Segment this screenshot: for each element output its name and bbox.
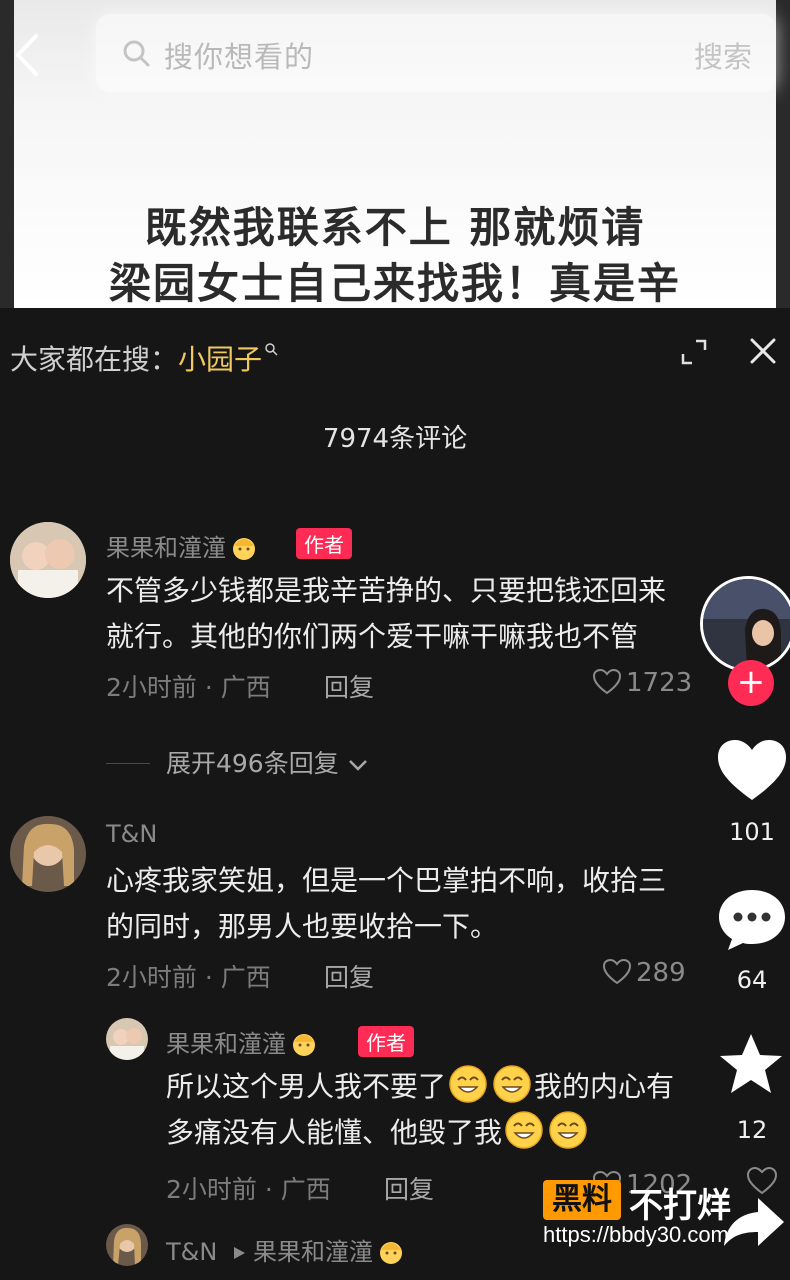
star-icon[interactable]	[718, 1032, 784, 1096]
grin-emoji-icon	[493, 1065, 531, 1103]
trending-prefix: 大家都在搜：	[10, 343, 179, 376]
back-button[interactable]	[6, 30, 46, 80]
like-count: 101	[729, 818, 775, 846]
comment-username[interactable]: T&N	[106, 820, 157, 848]
follow-button[interactable]: +	[728, 660, 774, 706]
chevron-down-icon	[348, 760, 367, 771]
reply-username[interactable]: T&N 果果和潼潼	[166, 1232, 405, 1267]
grin-emoji-icon	[505, 1111, 543, 1149]
avatar-image	[10, 816, 86, 892]
author-badge: 作者	[358, 1026, 414, 1057]
reply-text-line: 多痛没有人能懂、他毁了我	[166, 1110, 674, 1156]
grin-emoji-icon	[549, 1111, 587, 1149]
watermark-badge: 黑料	[543, 1180, 621, 1220]
reply-username[interactable]: 果果和潼潼	[166, 1024, 318, 1059]
comment-count: 7974条评论	[322, 424, 468, 454]
avatar-image	[703, 579, 790, 669]
watermark-title: 不打烊	[629, 1186, 731, 1226]
avatar[interactable]	[106, 1018, 148, 1060]
reply-text-line: 所以这个男人我不要了 我的内心有	[166, 1064, 674, 1110]
like-count: 1723	[626, 668, 693, 698]
watermark: 黑料 不打烊 https://bbdy30.com	[543, 1178, 783, 1250]
watermark-url: https://bbdy30.com	[543, 1222, 729, 1247]
face-emoji-icon	[379, 1242, 402, 1264]
heart-icon	[602, 958, 632, 985]
search-icon	[123, 40, 150, 67]
video-player[interactable]: 搜你想看的 搜索 既然我联系不上 那就烦请 梁园女士自己来找我！真是辛	[0, 0, 790, 308]
expand-replies-button[interactable]: 展开496条回复	[106, 744, 369, 780]
comment-time-location: 2小时前 · 广西	[106, 963, 271, 992]
video-caption: 既然我联系不上 那就烦请 梁园女士自己来找我！真是辛	[14, 200, 776, 308]
reply-button[interactable]: 回复	[384, 1170, 434, 1206]
comment-text: 不管多少钱都是我辛苦挣的、只要把钱还回来 就行。其他的你们两个爱干嘛干嘛我也不管	[106, 568, 666, 660]
avatar[interactable]	[10, 816, 86, 892]
comment-text-line: 心疼我家笑姐，但是一个巴掌拍不响，收拾三	[106, 864, 667, 897]
reply-text-part: 所以这个男人我不要了	[166, 1070, 447, 1103]
face-emoji-icon	[293, 1034, 315, 1056]
comment-text-line: 不管多少钱都是我辛苦挣的、只要把钱还回来	[106, 574, 667, 607]
reply-button[interactable]: 回复	[324, 668, 374, 704]
comment-text-line: 的同时，那男人也要收拾一下。	[106, 910, 499, 943]
username-text: T&N	[106, 820, 158, 848]
username-text: 果果和潼潼	[166, 1030, 286, 1058]
favorite-count: 12	[736, 1116, 768, 1144]
video-caption-line: 既然我联系不上 那就烦请	[144, 203, 646, 252]
trending-search-bar[interactable]: 大家都在搜：小园子	[10, 338, 278, 378]
triangle-right-icon	[233, 1247, 245, 1259]
trending-keyword[interactable]: 小园子	[178, 343, 262, 376]
heart-icon[interactable]	[716, 738, 788, 804]
reply-button[interactable]: 回复	[324, 958, 374, 994]
search-submit-button[interactable]: 搜索	[694, 34, 752, 76]
chevron-left-icon	[16, 34, 38, 76]
heart-icon	[592, 668, 622, 695]
comment-count: 64	[736, 966, 768, 994]
creator-avatar[interactable]	[700, 576, 790, 672]
like-button[interactable]: 289	[602, 958, 686, 988]
reply-text-part: 我的内心有	[534, 1070, 675, 1103]
username-text: 果果和潼潼	[106, 534, 226, 562]
avatar-image	[10, 522, 86, 598]
like-count: 289	[636, 958, 686, 988]
username-text: T&N	[166, 1238, 218, 1266]
reply-text-part: 多痛没有人能懂、他毁了我	[166, 1116, 503, 1149]
close-icon[interactable]	[748, 336, 778, 366]
reply-to-username: 果果和潼潼	[252, 1238, 373, 1266]
search-icon	[265, 343, 278, 356]
comment-panel: 大家都在搜：小园子 7974条评论 果果和潼潼 作者 不管多少钱都是我辛苦挣的、…	[0, 308, 790, 1280]
reply-text: 所以这个男人我不要了 我的内心有 多痛没有人能懂、他毁了我	[166, 1064, 674, 1156]
reply-time-location: 2小时前 · 广西	[166, 1175, 331, 1204]
comment-time-location: 2小时前 · 广西	[106, 673, 271, 702]
search-bar[interactable]: 搜你想看的 搜索	[96, 14, 776, 92]
avatar[interactable]	[10, 522, 86, 598]
author-badge: 作者	[296, 528, 352, 559]
search-input[interactable]: 搜你想看的	[164, 34, 314, 76]
like-button[interactable]: 1723	[592, 668, 692, 698]
comment-text: 心疼我家笑姐，但是一个巴掌拍不响，收拾三 的同时，那男人也要收拾一下。	[106, 858, 666, 950]
comment-text-line: 就行。其他的你们两个爱干嘛干嘛我也不管	[106, 620, 639, 653]
avatar-image	[106, 1018, 148, 1060]
face-emoji-icon	[233, 538, 255, 560]
video-caption-line: 梁园女士自己来找我！真是辛	[108, 259, 681, 308]
divider-line	[106, 763, 150, 764]
grin-emoji-icon	[449, 1065, 487, 1103]
comment-icon[interactable]	[716, 886, 788, 952]
expand-replies-label: 展开496条回复	[166, 749, 339, 778]
avatar-image	[106, 1224, 148, 1266]
expand-icon[interactable]	[680, 338, 708, 366]
comment-username[interactable]: 果果和潼潼	[106, 528, 258, 563]
avatar[interactable]	[106, 1224, 148, 1266]
